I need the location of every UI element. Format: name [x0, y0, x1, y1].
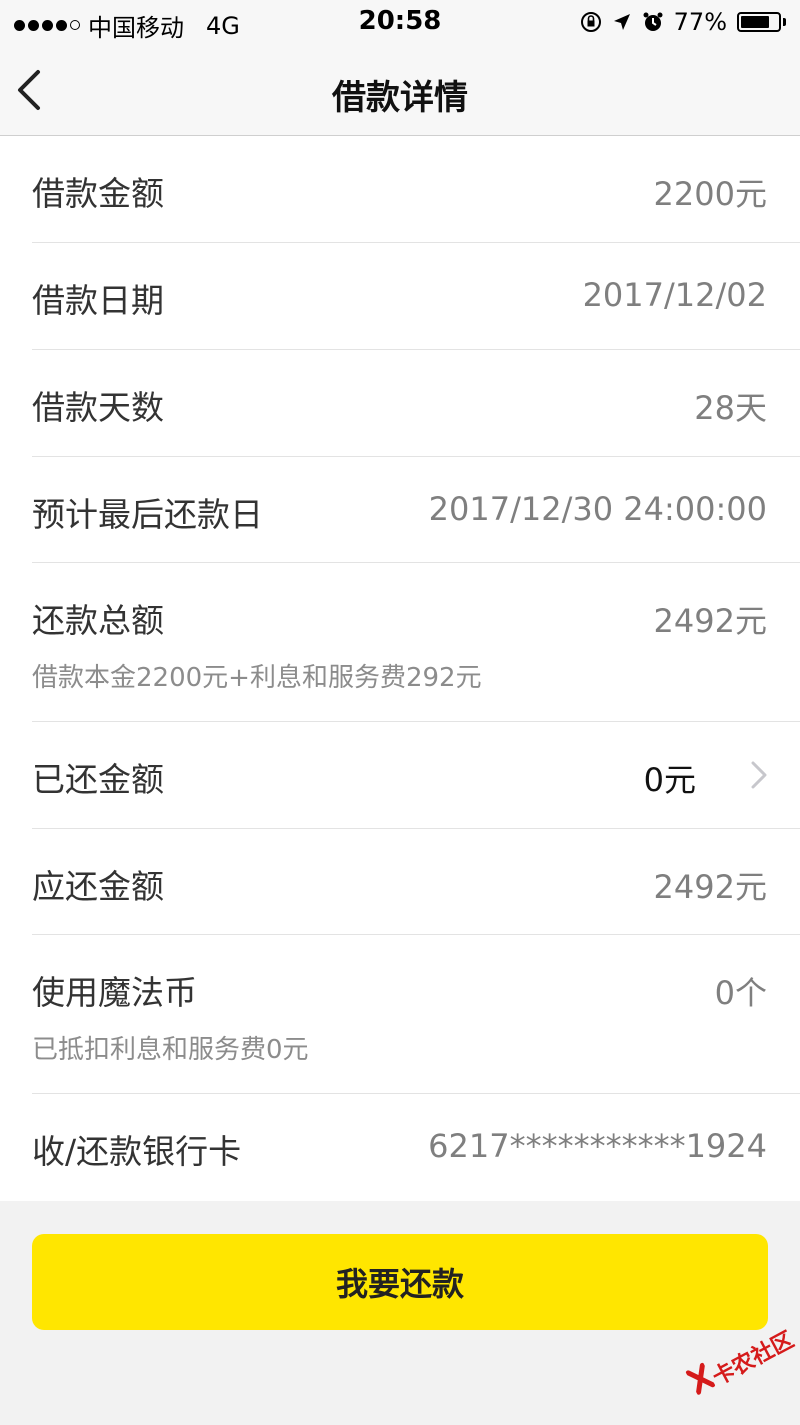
row-label: 借款金额 — [32, 174, 164, 213]
row-label: 使用魔法币 — [32, 973, 197, 1012]
row-value: 0个 — [714, 974, 767, 1012]
row-due-date: 预计最后还款日 2017/12/30 24:00:00 — [32, 457, 800, 563]
row-value: 2200元 — [653, 175, 767, 213]
row-label: 借款天数 — [32, 388, 164, 427]
row-bank-card: 收/还款银行卡 6217***********1924 — [32, 1094, 800, 1201]
location-arrow-icon — [613, 14, 630, 30]
battery-cap — [783, 18, 786, 26]
row-magic-coins: 使用魔法币 0个 已抵扣利息和服务费0元 — [32, 935, 800, 1094]
row-value: 2017/12/02 — [582, 276, 767, 314]
navigation-bar: 借款详情 — [0, 44, 800, 136]
row-loan-days: 借款天数 28天 — [32, 350, 800, 457]
alarm-icon — [643, 12, 663, 31]
row-label: 预计最后还款日 — [32, 495, 263, 534]
row-value: 2492元 — [653, 602, 767, 640]
chevron-right-icon — [751, 761, 767, 789]
battery-percent: 77% — [673, 8, 727, 36]
row-loan-date: 借款日期 2017/12/02 — [32, 243, 800, 350]
loan-detail-list: 借款金额 2200元 借款日期 2017/12/02 借款天数 28天 预计最后… — [0, 136, 800, 1201]
row-label: 借款日期 — [32, 281, 164, 320]
row-label: 还款总额 — [32, 601, 164, 640]
row-amount-due: 应还金额 2492元 — [32, 829, 800, 935]
row-subtext: 已抵扣利息和服务费0元 — [32, 1035, 309, 1065]
page-title: 借款详情 — [332, 78, 468, 118]
row-label: 收/还款银行卡 — [32, 1132, 242, 1171]
repay-button[interactable]: 我要还款 — [32, 1234, 768, 1330]
status-bar: 中国移动 4G 20:58 77% — [0, 0, 800, 44]
row-repaid-amount[interactable]: 已还金额 0元 — [32, 722, 800, 829]
row-subtext: 借款本金2200元+利息和服务费292元 — [32, 663, 482, 693]
row-value: 0元 — [643, 761, 696, 799]
row-value: 28天 — [694, 389, 767, 427]
row-value: 2017/12/30 24:00:00 — [428, 490, 767, 528]
battery-icon — [737, 12, 781, 32]
row-value: 6217***********1924 — [428, 1127, 767, 1165]
row-label: 应还金额 — [32, 867, 164, 906]
row-total-repayment: 还款总额 2492元 借款本金2200元+利息和服务费292元 — [32, 563, 800, 722]
watermark-text: 卡农社区 — [708, 1327, 799, 1391]
status-indicators: 77% — [580, 8, 786, 36]
row-value: 2492元 — [653, 868, 767, 906]
row-label: 已还金额 — [32, 760, 164, 799]
row-loan-amount: 借款金额 2200元 — [32, 136, 800, 243]
rotation-lock-icon — [580, 12, 601, 32]
